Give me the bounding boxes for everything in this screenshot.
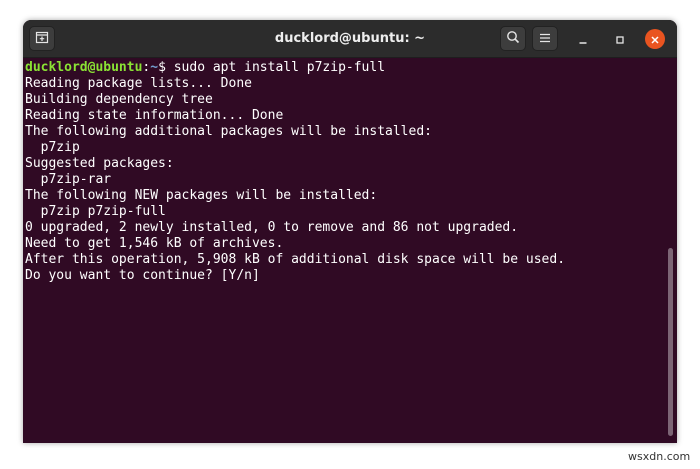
search-button[interactable] [500,26,526,51]
prompt-user-host: ducklord@ubuntu [25,60,143,75]
output-line: Building dependency tree [25,92,213,107]
hamburger-menu-icon [539,29,551,48]
output-line: 0 upgraded, 2 newly installed, 0 to remo… [25,220,519,235]
maximize-button[interactable] [610,29,630,49]
maximize-icon [615,30,625,49]
prompt-line: ducklord@ubuntu:~$ sudo apt install p7zi… [25,60,385,76]
output-line: The following NEW packages will be insta… [25,188,378,203]
output-line: Suggested packages: [25,156,174,171]
new-tab-button[interactable] [29,26,55,51]
title-bar[interactable]: ducklord@ubuntu: ~ [23,20,677,58]
output-line: The following additional packages will b… [25,124,432,139]
terminal-output-area[interactable]: ducklord@ubuntu:~$ sudo apt install p7zi… [23,58,677,443]
scrollbar[interactable] [668,248,673,436]
terminal-window: ducklord@ubuntu: ~ ducklord@ubuntu:~$ su… [23,20,677,443]
output-line: Reading package lists... Done [25,76,252,91]
output-line: Reading state information... Done [25,108,284,123]
output-line: p7zip [25,140,80,155]
output-line: p7zip-rar [25,172,112,187]
new-tab-icon [35,29,49,48]
menu-button[interactable] [532,26,558,51]
prompt-path: ~ [150,60,159,75]
output-line: After this operation, 5,908 kB of additi… [25,252,566,267]
output-line: Do you want to continue? [Y/n] [25,268,260,283]
command-text: sudo apt install p7zip-full [165,60,386,75]
output-line: Need to get 1,546 kB of archives. [25,236,284,251]
minimize-icon [578,30,588,49]
minimize-button[interactable] [573,29,593,49]
prompt-symbol: $ [158,60,166,75]
watermark-text: wsxdn.com [628,450,691,463]
output-line: p7zip p7zip-full [25,204,166,219]
close-icon [650,30,660,49]
search-icon [506,29,520,48]
close-button[interactable] [645,29,665,49]
